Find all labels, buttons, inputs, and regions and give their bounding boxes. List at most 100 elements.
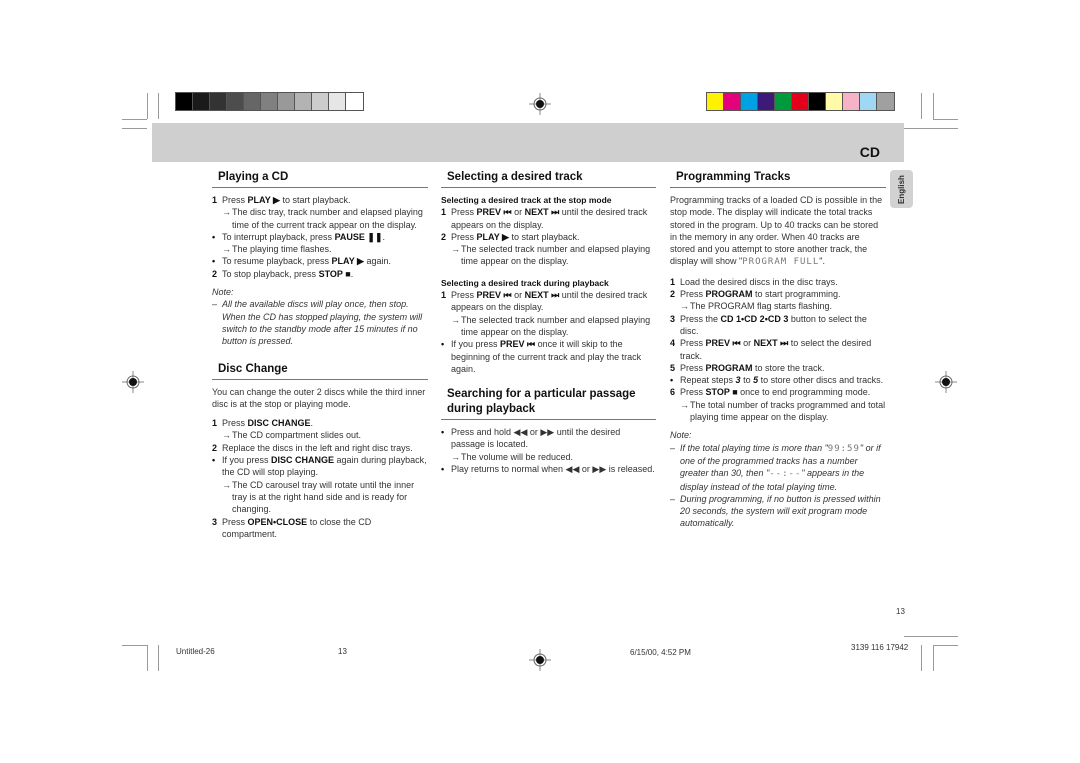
step-item: 2 Press PROGRAM to start programming. [670, 289, 841, 300]
bullet-item: • Repeat steps 3 to 5 to store other disc… [670, 375, 884, 386]
arrow-icon: → [451, 314, 460, 325]
color-swatch [312, 93, 329, 110]
crop-mark [933, 93, 934, 119]
bullet-item: • If you press DISC CHANGE again during p… [212, 455, 427, 478]
footer-file-name: Untitled-26 [176, 647, 215, 656]
color-swatch [329, 93, 346, 110]
bullet-icon: • [670, 375, 674, 386]
crop-mark [122, 645, 147, 646]
bullet-item: • To resume playback, press PLAY ▶ again. [212, 256, 392, 267]
crop-mark [147, 645, 148, 671]
section-title: CD [859, 144, 880, 160]
step-item: 1 Press DISC CHANGE. [212, 418, 314, 429]
registration-mark-icon [122, 371, 144, 393]
arrow-icon: → [451, 244, 460, 255]
color-swatch [724, 93, 741, 110]
color-swatch [261, 93, 278, 110]
color-swatch [809, 93, 826, 110]
note-item: – All the available discs will play once,… [212, 299, 423, 347]
crop-mark [147, 93, 148, 119]
grayscale-bar [175, 92, 364, 111]
color-swatch [193, 93, 210, 110]
registration-mark-icon [529, 93, 551, 115]
step-item: 2 Replace the discs in the left and right… [212, 442, 413, 453]
note-label: Note: [670, 430, 692, 441]
color-swatch [877, 93, 894, 110]
registration-mark-icon [935, 371, 957, 393]
column-1: Playing a CD 1 Press PLAY ▶ to start play… [212, 170, 428, 540]
column-2: Selecting a desired track Selecting a de… [441, 170, 656, 475]
crop-mark [933, 119, 958, 120]
color-swatch [826, 93, 843, 110]
heading-playing-a-cd: Playing a CD [212, 170, 428, 188]
heading-programming-tracks: Programming Tracks [670, 170, 886, 188]
note-item: – If the total playing time is more than … [670, 442, 881, 492]
result-item: → The selected track number and elapsed p… [451, 244, 651, 267]
note-label: Note: [212, 287, 234, 298]
lcd-text: PROGRAM FULL [742, 257, 820, 268]
column-3: Programming Tracks Programming tracks of… [670, 170, 886, 530]
step-item: 1 Press PLAY ▶ to start playback. [212, 195, 351, 205]
step-item: 6 Press STOP ■ once to end programming mo… [670, 387, 871, 398]
arrow-icon: → [222, 430, 231, 441]
step-item: 3 Press the CD 1•CD 2•CD 3 button to sele… [670, 313, 867, 336]
arrow-icon: → [451, 451, 460, 462]
note-item: – During programming, if no button is pre… [670, 493, 881, 529]
heading-selecting-track: Selecting a desired track [441, 170, 656, 188]
result-item: → The total number of tracks programmed a… [680, 399, 886, 423]
bullet-icon: • [441, 339, 445, 350]
bullet-icon: • [212, 455, 216, 466]
arrow-icon: → [222, 479, 231, 490]
arrow-icon: → [222, 207, 231, 218]
bullet-icon: • [441, 427, 445, 438]
crop-mark [904, 128, 958, 129]
result-item: → The playing time flashes. [222, 244, 332, 255]
heading-searching-passage: Searching for a particular passage durin… [441, 387, 656, 421]
color-swatch [758, 93, 775, 110]
color-swatch [792, 93, 809, 110]
arrow-icon: → [222, 244, 231, 255]
color-swatch [707, 93, 724, 110]
color-swatch [210, 93, 227, 110]
bullet-icon: • [212, 231, 216, 242]
color-swatch [860, 93, 877, 110]
footer-page: 13 [338, 647, 347, 656]
section-header-band: CD [152, 123, 904, 162]
color-swatch [741, 93, 758, 110]
bullet-item: • To interrupt playback, press PAUSE ❚❚. [212, 231, 386, 242]
paragraph: Programming tracks of a loaded CD is pos… [670, 195, 883, 268]
heading-disc-change: Disc Change [212, 362, 428, 380]
bullet-item: • Play returns to normal when ◀◀ or ▶▶ is… [441, 464, 655, 475]
crop-mark [933, 645, 934, 671]
bullet-icon: • [212, 256, 216, 267]
color-swatch [176, 93, 193, 110]
arrow-icon: → [680, 301, 689, 312]
step-item: 1 Press PREV ⏮ or NEXT ⏭ until the desire… [441, 290, 648, 313]
crop-mark [921, 93, 922, 119]
paragraph: You can change the outer 2 discs while t… [212, 386, 426, 409]
page-number: 13 [896, 607, 905, 616]
crop-mark [122, 128, 147, 129]
crop-mark [933, 645, 958, 646]
button-label: PLAY ▶ [247, 195, 280, 205]
footer-datetime: 6/15/00, 4:52 PM [630, 648, 691, 657]
bullet-icon: • [441, 464, 445, 475]
crop-mark [158, 93, 159, 119]
step-item: 1 Load the desired discs in the disc tray… [670, 276, 838, 287]
subheading: Selecting a desired track during playbac… [441, 277, 609, 288]
crop-mark [921, 645, 922, 671]
color-swatch [278, 93, 295, 110]
registration-mark-icon [529, 649, 551, 671]
result-item: → The disc tray, track number and elapsed… [222, 207, 423, 230]
color-swatch [346, 93, 363, 110]
result-item: → The selected track number and elapsed p… [451, 314, 651, 337]
footer-code: 3139 116 17942 [851, 643, 909, 652]
step-item: 4 Press PREV ⏮ or NEXT ⏭ to select the de… [670, 338, 872, 361]
color-swatch [843, 93, 860, 110]
step-item: 3 Press OPEN•CLOSE to close the CD compar… [212, 516, 372, 539]
result-item: → The CD compartment slides out. [222, 430, 362, 441]
crop-mark [158, 645, 159, 671]
color-bar [706, 92, 895, 111]
bullet-item: • If you press PREV ⏮ once it will skip t… [441, 339, 642, 374]
step-item: 5 Press PROGRAM to store the track. [670, 362, 825, 373]
